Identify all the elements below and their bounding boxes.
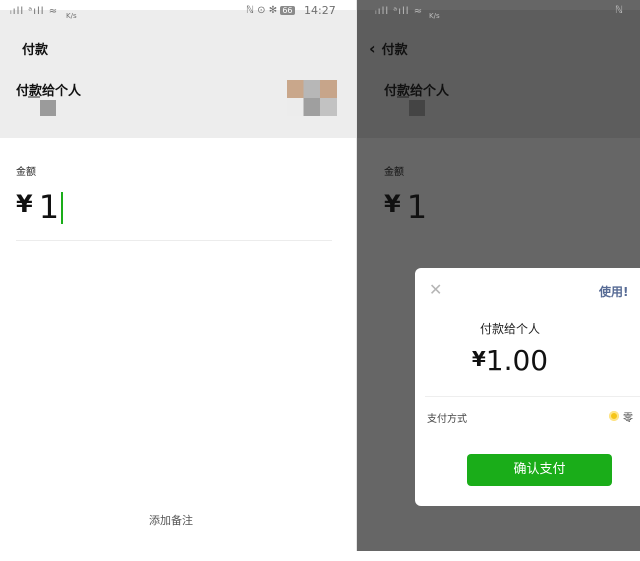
clock: 14:27 bbox=[304, 4, 336, 17]
amount-value: 1 bbox=[406, 188, 428, 226]
chevron-left-icon: ‹ bbox=[369, 39, 376, 58]
divider bbox=[425, 396, 640, 397]
currency-symbol: ¥ bbox=[471, 347, 486, 371]
currency-symbol: ¥ bbox=[384, 190, 401, 218]
text-cursor bbox=[61, 192, 64, 224]
pay-method-value[interactable]: 零 bbox=[623, 409, 633, 424]
amount-value: 1.00 bbox=[485, 344, 549, 377]
amount-display: ¥1 bbox=[384, 188, 427, 226]
network-speed: K/s bbox=[66, 12, 77, 20]
use-change-link[interactable]: 使用! bbox=[599, 283, 628, 300]
signal-icon: ᵢıll ᵃıll ≈ bbox=[10, 6, 59, 17]
pay-method-label: 支付方式 bbox=[427, 414, 467, 425]
network-speed: K/s bbox=[429, 12, 440, 20]
battery-icon: 66 bbox=[280, 6, 295, 15]
payee-label: 付款给个人 bbox=[16, 84, 82, 99]
payment-screen: ᵢıll ᵃıll ≈ K/s ℕ ⊙ ✻ 66 14:27 付款 付款给个人 … bbox=[0, 0, 357, 551]
nfc-alarm-bluetooth-icons: ℕ ⊙ ✻ bbox=[246, 5, 278, 16]
close-icon[interactable]: ✕ bbox=[429, 280, 442, 299]
divider bbox=[16, 240, 332, 241]
amount-value: 1 bbox=[38, 188, 60, 226]
page-title: 付款 bbox=[22, 43, 49, 58]
status-icons: ℕ ⊙ ✻ 66 bbox=[246, 5, 295, 16]
dialog-amount: ¥1.00 bbox=[415, 344, 605, 377]
back-button[interactable]: ‹ 付款 bbox=[369, 39, 408, 58]
signal-icon: ᵢıll ᵃıll ≈ bbox=[375, 6, 424, 17]
payee-header bbox=[357, 10, 640, 138]
currency-symbol: ¥ bbox=[16, 190, 33, 218]
dialog-title: 付款给个人 bbox=[479, 322, 540, 336]
status-bar: ᵢıll ᵃıll ≈ K/s ℕ bbox=[357, 0, 640, 22]
payee-name-blurred bbox=[397, 96, 425, 116]
payee-label: 付款给个人 bbox=[384, 84, 450, 99]
payee-name-blurred bbox=[28, 96, 56, 116]
page-title: 付款 bbox=[381, 43, 408, 58]
amount-label: 金额 bbox=[16, 167, 36, 178]
payment-dialog: ✕ 使用! 付款给个人 ¥1.00 支付方式 零 确认支付 bbox=[415, 268, 640, 506]
avatar bbox=[287, 80, 337, 116]
payment-confirm-screen: ᵢıll ᵃıll ≈ K/s ℕ ‹ 付款 付款给个人 金额 ¥1 ✕ 使用! … bbox=[357, 0, 640, 551]
add-note-link[interactable]: 添加备注 bbox=[149, 512, 193, 528]
coin-icon[interactable] bbox=[609, 411, 619, 421]
amount-input[interactable]: ¥1 bbox=[16, 188, 64, 226]
status-bar: ᵢıll ᵃıll ≈ K/s ℕ ⊙ ✻ 66 14:27 bbox=[0, 0, 357, 22]
payee-header bbox=[0, 10, 357, 138]
nfc-icon: ℕ bbox=[615, 5, 624, 16]
amount-label: 金额 bbox=[384, 167, 404, 178]
confirm-pay-button[interactable]: 确认支付 bbox=[467, 454, 612, 486]
